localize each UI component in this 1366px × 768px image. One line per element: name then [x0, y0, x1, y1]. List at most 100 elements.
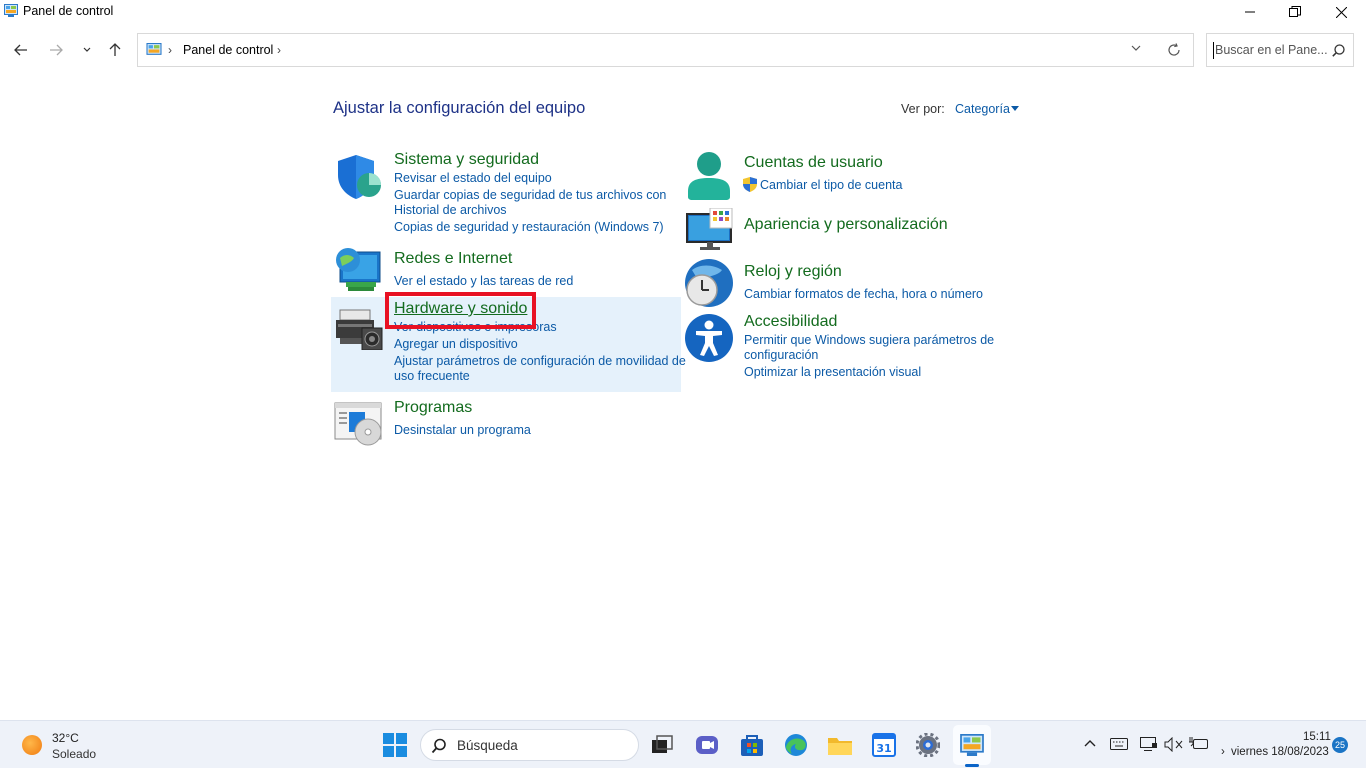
- category-clock-region[interactable]: Reloj y región: [744, 263, 842, 281]
- clock-time[interactable]: 15:11: [1303, 731, 1331, 743]
- restore-icon: [1289, 6, 1301, 17]
- link-save-backups[interactable]: Guardar copias de seguridad de tus archi…: [394, 188, 666, 203]
- svg-text:31: 31: [876, 742, 891, 755]
- text-caret: [1213, 42, 1214, 59]
- battery-charging-icon[interactable]: [1189, 737, 1209, 751]
- arrow-right-icon: [50, 44, 63, 56]
- calendar-app-button[interactable]: 31: [870, 731, 898, 759]
- link-windows-suggest-settings-cont[interactable]: configuración: [744, 348, 818, 363]
- link-optimize-display[interactable]: Optimizar la presentación visual: [744, 365, 921, 380]
- view-by-label: Ver por:: [901, 102, 945, 116]
- forward-button[interactable]: [45, 39, 67, 61]
- navigation-bar: › Panel de control › Buscar en el Pane..…: [0, 33, 1366, 67]
- settings-button[interactable]: [914, 731, 942, 759]
- sun-icon[interactable]: [22, 735, 42, 755]
- category-programs[interactable]: Programas: [394, 399, 472, 417]
- store-icon: [741, 735, 763, 756]
- close-icon: [1335, 6, 1347, 18]
- active-indicator: [965, 764, 979, 767]
- minimize-button[interactable]: [1227, 0, 1273, 24]
- task-view-icon: [652, 735, 673, 753]
- link-change-date-formats[interactable]: Cambiar formatos de fecha, hora o número: [744, 287, 983, 302]
- link-add-device[interactable]: Agregar un dispositivo: [394, 337, 518, 352]
- refresh-icon[interactable]: [1167, 43, 1181, 57]
- clock-date[interactable]: viernes 18/08/2023: [1231, 746, 1329, 758]
- volume-muted-icon[interactable]: [1164, 737, 1184, 752]
- page-title: Ajustar la configuración del equipo: [333, 99, 586, 117]
- tray-chevron[interactable]: ›: [1221, 746, 1225, 758]
- network-globe-icon: [336, 248, 381, 291]
- annotation-red-box: [385, 292, 536, 329]
- weather-description[interactable]: Soleado: [52, 747, 96, 761]
- edge-icon: [785, 734, 807, 756]
- breadcrumb-separator[interactable]: ›: [168, 43, 172, 57]
- teams-chat-button[interactable]: [693, 731, 721, 759]
- user-accounts-icon: [688, 152, 730, 200]
- accessibility-icon: [685, 314, 733, 362]
- control-panel-icon: [146, 43, 162, 55]
- search-box[interactable]: Buscar en el Pane...: [1206, 33, 1354, 67]
- taskbar-search[interactable]: Búsqueda: [420, 729, 639, 761]
- dropdown-arrow-icon[interactable]: [1011, 106, 1019, 111]
- category-network-internet[interactable]: Redes e Internet: [394, 250, 512, 268]
- taskbar: 32°C Soleado Búsqueda 31 15:11 › viernes…: [0, 720, 1366, 768]
- gear-icon: [916, 733, 940, 757]
- link-review-status[interactable]: Revisar el estado del equipo: [394, 171, 552, 186]
- chevron-down-icon: [83, 47, 91, 52]
- clock-globe-icon: [685, 259, 733, 307]
- weather-temperature[interactable]: 32°C: [52, 731, 79, 745]
- keyboard-icon[interactable]: [1110, 738, 1128, 750]
- link-mobility-settings[interactable]: Ajustar parámetros de configuración de m…: [394, 354, 686, 369]
- back-button[interactable]: [10, 39, 32, 61]
- task-view-button[interactable]: [648, 731, 676, 759]
- link-change-account-type[interactable]: Cambiar el tipo de cuenta: [760, 178, 902, 193]
- breadcrumb-separator[interactable]: ›: [277, 43, 281, 57]
- store-button[interactable]: [738, 731, 766, 759]
- network-display-icon[interactable]: [1140, 737, 1158, 752]
- search-input[interactable]: Buscar en el Pane...: [1215, 43, 1328, 57]
- minimize-icon: [1245, 11, 1255, 13]
- link-backup-restore[interactable]: Copias de seguridad y restauración (Wind…: [394, 220, 664, 235]
- uac-shield-icon: [743, 177, 757, 192]
- windows-logo-icon: [383, 733, 407, 757]
- category-user-accounts[interactable]: Cuentas de usuario: [744, 154, 883, 172]
- category-appearance[interactable]: Apariencia y personalización: [744, 216, 948, 234]
- appearance-monitor-icon: [686, 208, 733, 250]
- category-accessibility[interactable]: Accesibilidad: [744, 313, 837, 331]
- restore-button[interactable]: [1272, 0, 1318, 24]
- link-network-status[interactable]: Ver el estado y las tareas de red: [394, 274, 573, 289]
- folder-icon: [828, 738, 852, 755]
- chat-icon: [696, 736, 718, 754]
- arrow-left-icon: [14, 44, 27, 56]
- notification-badge[interactable]: 25: [1332, 737, 1348, 753]
- edge-button[interactable]: [782, 731, 810, 759]
- control-panel-taskbar-button[interactable]: [958, 731, 986, 759]
- link-mobility-settings-cont[interactable]: uso frecuente: [394, 369, 470, 384]
- search-icon[interactable]: [1332, 44, 1345, 57]
- control-panel-icon: [4, 4, 18, 17]
- calendar-icon: 31: [872, 733, 896, 757]
- link-file-history[interactable]: Historial de archivos: [394, 203, 507, 218]
- close-button[interactable]: [1318, 0, 1364, 24]
- file-explorer-button[interactable]: [826, 731, 854, 759]
- chevron-up-icon[interactable]: [1084, 739, 1096, 747]
- category-system-security[interactable]: Sistema y seguridad: [394, 151, 539, 169]
- taskbar-search-label: Búsqueda: [457, 738, 518, 753]
- chevron-down-icon[interactable]: [1131, 45, 1141, 52]
- search-icon: [431, 738, 446, 754]
- address-bar[interactable]: › Panel de control ›: [137, 33, 1194, 67]
- view-by-dropdown[interactable]: Categoría: [955, 102, 1010, 116]
- control-panel-icon: [960, 734, 984, 756]
- programs-icon: [334, 402, 382, 446]
- shield-icon: [338, 155, 381, 199]
- arrow-up-icon: [109, 43, 121, 56]
- link-windows-suggest-settings[interactable]: Permitir que Windows sugiera parámetros …: [744, 333, 994, 348]
- start-button[interactable]: [381, 731, 409, 759]
- link-uninstall-program[interactable]: Desinstalar un programa: [394, 423, 531, 438]
- recent-locations-button[interactable]: [76, 39, 98, 61]
- up-button[interactable]: [104, 39, 126, 61]
- title-bar: Panel de control: [0, 0, 1366, 24]
- breadcrumb-control-panel[interactable]: Panel de control: [183, 43, 273, 57]
- printer-speaker-icon: [336, 309, 383, 350]
- window-title: Panel de control: [23, 4, 114, 18]
